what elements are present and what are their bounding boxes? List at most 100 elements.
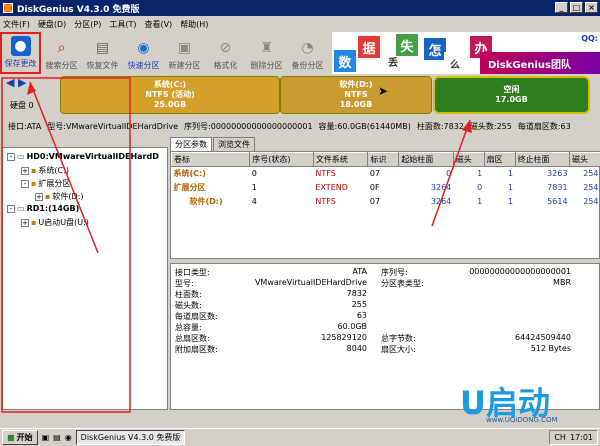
detail-value: 255 bbox=[351, 300, 367, 309]
disk-label: 硬盘 0 bbox=[10, 101, 34, 110]
partition-icon: ▪ bbox=[31, 179, 37, 188]
column-header[interactable]: 卷标 bbox=[170, 152, 251, 167]
restore-files-button[interactable]: ▤ 恢复文件 bbox=[82, 32, 123, 74]
table-cell: 扩展分区 bbox=[173, 183, 206, 192]
disk-icon: ▭ bbox=[17, 204, 25, 213]
banner-tile: 么 bbox=[444, 52, 466, 74]
backup-partition-button[interactable]: ◔ 备份分区 bbox=[287, 32, 328, 74]
banner-tile: 失 bbox=[396, 34, 418, 56]
column-header[interactable]: 文件系统 bbox=[312, 152, 369, 167]
detail-label: 接口类型: bbox=[175, 268, 210, 277]
column-header[interactable]: 序号(状态) bbox=[249, 152, 314, 167]
quicklaunch-icon[interactable]: ◉ bbox=[65, 433, 72, 442]
taskbar: ■ 开始 ▣ ▤ ◉ DiskGenius V4.3.0 免费版 CH 17:0… bbox=[0, 428, 600, 446]
tree-item[interactable]: - ▭ HD0:VMwareVirtualIDEHardD bbox=[7, 152, 159, 161]
banner-tile: 怎 bbox=[424, 38, 446, 60]
save-changes-button[interactable]: ● 保存更改 bbox=[0, 32, 41, 74]
table-row[interactable]: 扩展分区 1 EXTEND 0F 3264 0 1 7831 254 bbox=[172, 181, 600, 195]
taskbar-item-diskgenius[interactable]: DiskGenius V4.3.0 免费版 bbox=[75, 430, 186, 445]
menu-view[interactable]: 查看(V) bbox=[144, 19, 172, 30]
table-cell: NTFS bbox=[315, 197, 336, 206]
delete-partition-button[interactable]: ♜ 删除分区 bbox=[246, 32, 287, 74]
detail-value: 63 bbox=[356, 311, 367, 320]
mouse-cursor-icon: ➤ bbox=[378, 84, 389, 98]
search-partition-button[interactable]: ⌕ 搜索分区 bbox=[41, 32, 82, 74]
column-header[interactable]: 磁头 bbox=[452, 152, 485, 167]
tree-item[interactable]: + ▪ 系统(C:) bbox=[21, 165, 69, 176]
maximize-button[interactable]: □ bbox=[570, 2, 583, 13]
detail-value: MBR bbox=[553, 278, 571, 287]
expand-icon[interactable]: + bbox=[35, 192, 43, 201]
tree-item-label: RD1:(14GB) bbox=[26, 204, 80, 213]
tree-item[interactable]: + ▪ 软件(D:) bbox=[35, 191, 84, 202]
table-cell: 1 bbox=[507, 197, 514, 206]
disk-tree: - ▭ HD0:VMwareVirtualIDEHardD + ▪ 系统(C:) - ▪ 扩展分… bbox=[2, 147, 168, 410]
column-header[interactable]: 标识 bbox=[367, 152, 400, 167]
tree-item[interactable]: + ▪ U启动U盘(U:) bbox=[21, 217, 89, 228]
table-row[interactable]: 系统(C:) 0 NTFS 07 0 1 1 3263 254 bbox=[172, 167, 600, 181]
table-cell: 5614 bbox=[547, 197, 568, 206]
partition-d-block[interactable]: 软件(D:) NTFS 18.0GB bbox=[280, 76, 432, 114]
menu-bar: 文件(F) 硬盘(D) 分区(P) 工具(T) 查看(V) 帮助(H) bbox=[0, 16, 600, 32]
title-bar: DiskGenius V4.3.0 免费版 _ □ × bbox=[0, 0, 600, 16]
ime-indicator[interactable]: CH bbox=[554, 433, 566, 442]
brand-label: DiskGenius团队 bbox=[480, 52, 600, 74]
table-cell: 1 bbox=[507, 169, 514, 179]
banner-tile: 据 bbox=[358, 36, 380, 58]
expand-icon[interactable]: + bbox=[21, 218, 29, 227]
table-cell: 软件(D:) bbox=[189, 197, 223, 206]
menu-disk[interactable]: 硬盘(D) bbox=[38, 19, 66, 30]
disk-icon: ▭ bbox=[17, 152, 25, 161]
table-row[interactable]: 软件(D:) 4 NTFS 07 3264 1 1 5614 254 bbox=[172, 195, 600, 209]
format-icon: ⊘ bbox=[219, 40, 232, 56]
table-cell: 254 bbox=[583, 183, 599, 192]
quicklaunch-icon[interactable]: ▣ bbox=[42, 433, 50, 442]
expand-icon[interactable]: - bbox=[7, 204, 15, 213]
menu-tools[interactable]: 工具(T) bbox=[109, 19, 136, 30]
detail-value: 64424509440 bbox=[515, 333, 571, 342]
expand-icon[interactable]: - bbox=[21, 179, 29, 188]
tree-item-label: 扩展分区 bbox=[38, 179, 71, 188]
detail-label: 柱面数: bbox=[175, 290, 202, 299]
detail-label: 序列号: bbox=[381, 268, 408, 277]
delete-icon: ♜ bbox=[260, 40, 273, 56]
new-partition-button[interactable]: ▣ 新建分区 bbox=[164, 32, 205, 74]
quick-partition-button[interactable]: ◉ 快速分区 bbox=[123, 32, 164, 74]
tree-item[interactable]: - ▭ RD1:(14GB) bbox=[7, 204, 79, 213]
minimize-button[interactable]: _ bbox=[555, 2, 568, 13]
table-cell: 254 bbox=[583, 197, 599, 206]
disk-map: ◀ ▶ 硬盘 0 系统(C:) NTFS (活动) 25.0GB 软件(D:) … bbox=[0, 76, 600, 118]
banner-tile: 数 bbox=[334, 50, 356, 72]
close-button[interactable]: × bbox=[585, 2, 598, 13]
menu-partition[interactable]: 分区(P) bbox=[74, 19, 101, 30]
detail-value: 7832 bbox=[346, 289, 367, 298]
system-tray: CH 17:01 bbox=[549, 430, 598, 445]
table-cell: 0 bbox=[251, 169, 257, 179]
column-header[interactable]: 终止柱面 bbox=[514, 152, 571, 167]
tab-partition-params[interactable]: 分区参数 bbox=[170, 137, 212, 151]
tree-item[interactable]: - ▪ 扩展分区 bbox=[21, 178, 70, 189]
partition-icon: ▪ bbox=[31, 218, 37, 227]
menu-help[interactable]: 帮助(H) bbox=[180, 19, 208, 30]
expand-icon[interactable]: - bbox=[7, 152, 15, 161]
format-button[interactable]: ⊘ 格式化 bbox=[205, 32, 246, 74]
table-cell: 0 bbox=[477, 183, 483, 192]
column-header[interactable]: 磁头 bbox=[569, 152, 600, 167]
column-header[interactable]: 起始柱面 bbox=[398, 152, 454, 167]
disk-nav-arrows[interactable]: ◀ ▶ bbox=[6, 76, 26, 89]
quicklaunch-icon[interactable]: ▤ bbox=[53, 433, 61, 442]
ad-banner[interactable]: 数 据 丢 失 怎 么 办 DiskGenius团队 QQ: bbox=[332, 32, 600, 74]
detail-label: 扇区大小: bbox=[381, 345, 416, 354]
partition-c-block[interactable]: 系统(C:) NTFS (活动) 25.0GB bbox=[60, 76, 280, 114]
search-icon: ⌕ bbox=[57, 40, 66, 56]
column-header[interactable]: 扇区 bbox=[483, 152, 516, 167]
start-button[interactable]: ■ 开始 bbox=[2, 430, 38, 445]
expand-icon[interactable]: + bbox=[21, 166, 29, 175]
table-cell: 4 bbox=[251, 197, 257, 206]
detail-label: 附加扇区数: bbox=[175, 345, 218, 354]
free-space-block[interactable]: 空闲 17.0GB bbox=[433, 76, 590, 114]
menu-file[interactable]: 文件(F) bbox=[3, 19, 30, 30]
tab-browse-files[interactable]: 浏览文件 bbox=[213, 137, 255, 151]
table-cell: NTFS bbox=[315, 169, 336, 179]
table-cell: 1 bbox=[477, 197, 483, 206]
